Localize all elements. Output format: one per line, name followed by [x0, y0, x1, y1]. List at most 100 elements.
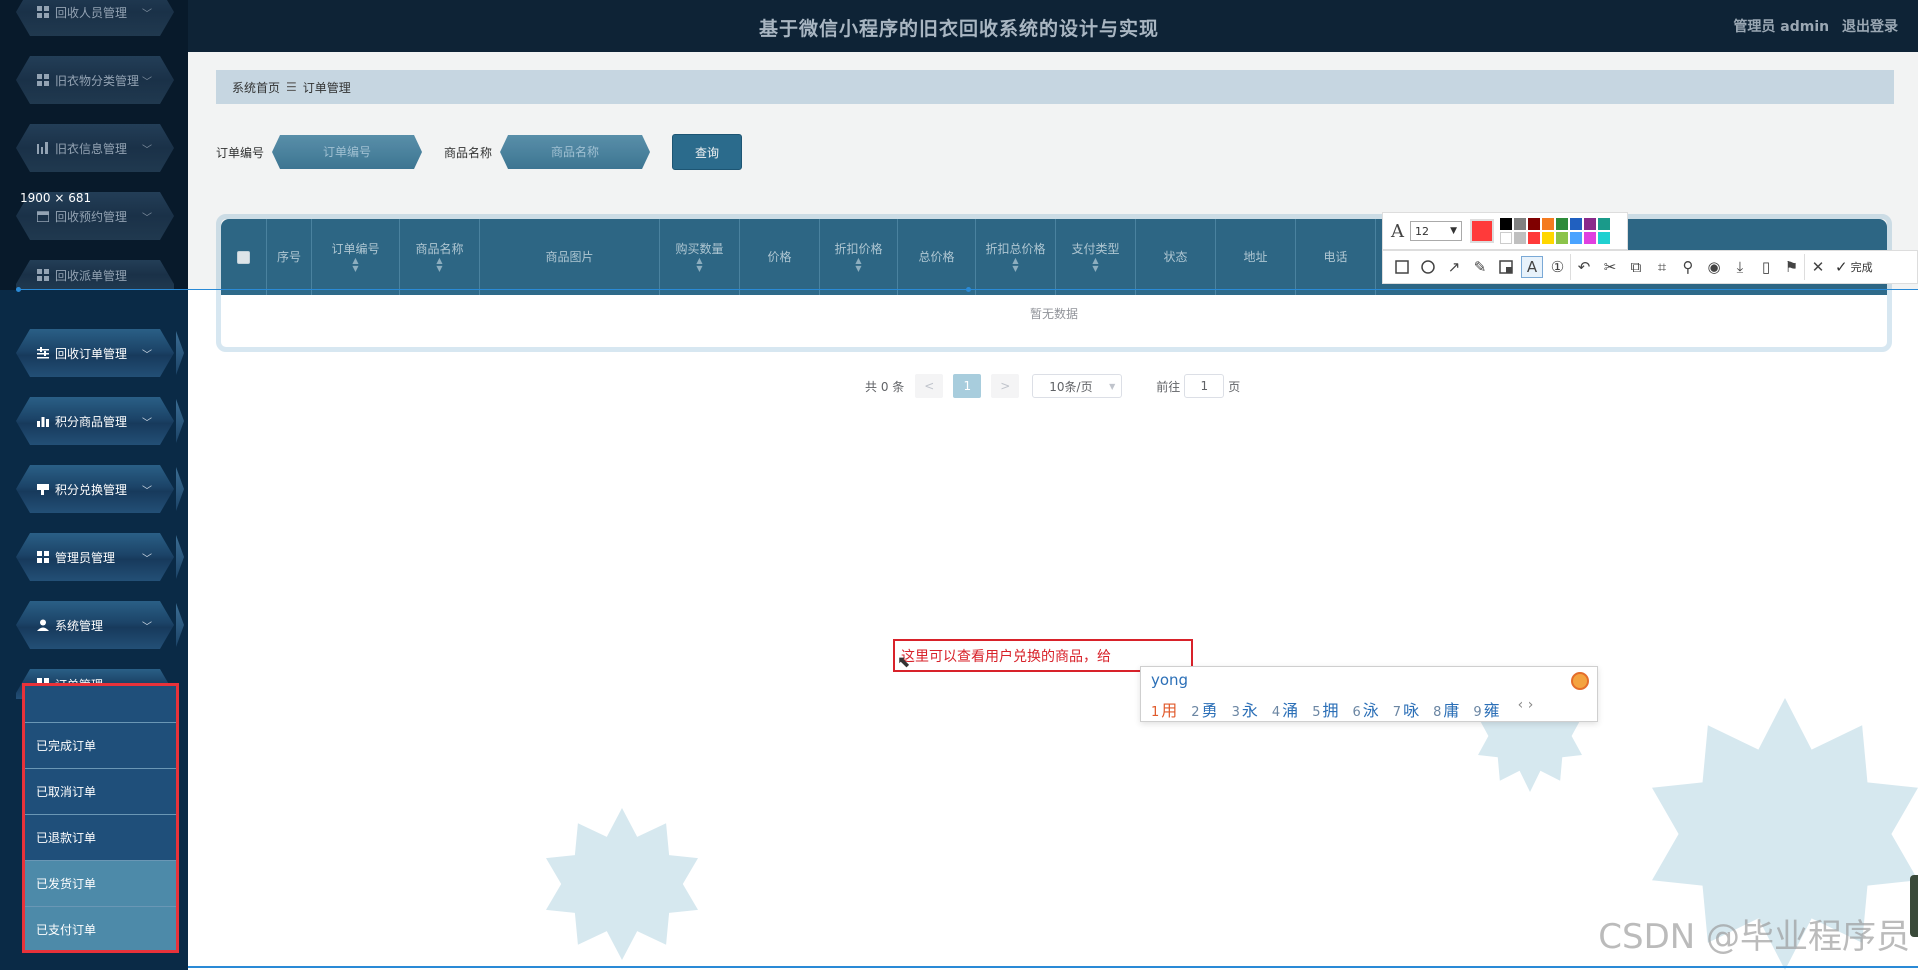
- column-header[interactable]: 商品图片: [480, 219, 660, 295]
- submenu-paid-orders[interactable]: 已支付订单: [22, 907, 178, 953]
- ocr-icon[interactable]: ⌗: [1649, 254, 1675, 280]
- rectangle-tool-icon[interactable]: [1389, 254, 1415, 280]
- submenu-cancelled-orders[interactable]: 已取消订单: [22, 769, 178, 815]
- pencil-tool-icon[interactable]: ✎: [1467, 254, 1493, 280]
- record-icon[interactable]: ◉: [1701, 254, 1727, 280]
- ime-candidate[interactable]: 2勇: [1191, 697, 1217, 721]
- palette-color-swatch[interactable]: [1556, 218, 1568, 230]
- column-header[interactable]: 状态: [1136, 219, 1216, 295]
- text-tool-icon[interactable]: A: [1521, 256, 1543, 278]
- palette-color-swatch[interactable]: [1542, 232, 1554, 244]
- page-size-select[interactable]: 10条/页 ▼: [1032, 374, 1123, 398]
- submenu-shipped-orders[interactable]: 已发货订单: [22, 861, 178, 907]
- translate-icon[interactable]: ⧉: [1623, 254, 1649, 280]
- side-handle[interactable]: [1910, 875, 1918, 937]
- sidebar-item-label: 积分兑换管理: [55, 482, 128, 497]
- palette-color-swatch[interactable]: [1584, 218, 1596, 230]
- ime-candidate[interactable]: 4涌: [1272, 697, 1298, 721]
- scissors-icon[interactable]: ✂: [1597, 254, 1623, 280]
- selection-handle[interactable]: [16, 287, 21, 292]
- palette-color-swatch[interactable]: [1514, 232, 1526, 244]
- ime-candidate-word: 泳: [1362, 701, 1379, 720]
- goto-page-input[interactable]: [1184, 374, 1225, 398]
- chevron-down-icon: ﹀: [142, 553, 152, 565]
- selection-handle[interactable]: [966, 287, 971, 292]
- column-header[interactable]: 总价格: [898, 219, 976, 295]
- query-button[interactable]: 查询: [672, 134, 743, 170]
- sidebar-item-dispatch[interactable]: 回收派单管理: [16, 260, 174, 290]
- column-label: 折扣总价格: [985, 242, 1046, 256]
- sidebar-item-points-exchange[interactable]: 积分兑换管理 ﹀: [16, 465, 174, 513]
- phone-icon[interactable]: ▯: [1753, 254, 1779, 280]
- palette-color-swatch[interactable]: [1500, 232, 1512, 244]
- breadcrumb-home[interactable]: 系统首页: [232, 79, 280, 96]
- select-all-checkbox[interactable]: [237, 250, 250, 264]
- sidebar-item-points-goods[interactable]: 积分商品管理 ﹀: [16, 397, 174, 445]
- ime-candidate[interactable]: 9雍: [1473, 697, 1499, 721]
- number-tool-icon[interactable]: ①: [1545, 254, 1571, 280]
- select-all-cell: [221, 219, 267, 295]
- arrow-tool-icon[interactable]: ↗: [1441, 254, 1467, 280]
- column-header[interactable]: 订单编号 ▲ ▼: [312, 219, 400, 295]
- ime-candidate[interactable]: 1用: [1151, 697, 1177, 721]
- sidebar-item-label: 回收预约管理: [55, 209, 128, 224]
- ime-page-nav[interactable]: ‹ ›: [1518, 697, 1534, 721]
- palette-color-swatch[interactable]: [1528, 218, 1540, 230]
- ime-candidate-number: 6: [1352, 705, 1361, 720]
- ime-candidate[interactable]: 3永: [1232, 697, 1258, 721]
- palette-color-swatch[interactable]: [1514, 218, 1526, 230]
- column-header[interactable]: 购买数量 ▲ ▼: [660, 219, 740, 295]
- sidebar-item-clothes-info[interactable]: 旧衣信息管理 ﹀: [16, 124, 174, 172]
- ime-candidate[interactable]: 7咏: [1393, 697, 1419, 721]
- page-number[interactable]: 1: [953, 374, 982, 398]
- column-header[interactable]: 折扣总价格 ▲ ▼: [976, 219, 1056, 295]
- total-count: 共 0 条: [865, 379, 905, 394]
- ellipse-tool-icon[interactable]: [1415, 254, 1441, 280]
- download-icon[interactable]: ⤓: [1727, 254, 1753, 280]
- palette-color-swatch[interactable]: [1584, 232, 1596, 244]
- palette-color-swatch[interactable]: [1528, 232, 1540, 244]
- font-size-select[interactable]: 12 ▼: [1410, 221, 1462, 241]
- palette-color-swatch[interactable]: [1598, 232, 1610, 244]
- sidebar-item-recycle-order[interactable]: 回收订单管理 ﹀: [16, 329, 174, 377]
- goods-name-input[interactable]: [500, 135, 651, 169]
- breadcrumb-current: 订单管理: [302, 80, 351, 95]
- palette-color-swatch[interactable]: [1542, 218, 1554, 230]
- ime-candidate[interactable]: 6泳: [1352, 697, 1378, 721]
- submenu-completed-orders[interactable]: 已完成订单: [22, 723, 178, 769]
- ime-candidate-number: 8: [1433, 705, 1442, 720]
- column-header[interactable]: 地址: [1216, 219, 1296, 295]
- palette-color-swatch[interactable]: [1556, 232, 1568, 244]
- sidebar-item-system[interactable]: 系统管理 ﹀: [16, 601, 174, 649]
- current-color-swatch[interactable]: [1470, 219, 1494, 243]
- submenu-refunded-orders[interactable]: 已退款订单: [22, 815, 178, 861]
- order-no-input[interactable]: [272, 135, 423, 169]
- column-header[interactable]: 商品名称 ▲ ▼: [400, 219, 480, 295]
- undo-icon[interactable]: ↶: [1571, 254, 1597, 280]
- column-header[interactable]: 价格: [740, 219, 820, 295]
- bookmark-icon[interactable]: ⚑: [1779, 254, 1805, 280]
- next-page-button[interactable]: >: [991, 374, 1020, 398]
- sidebar-item-label: 旧衣物分类管理: [55, 73, 140, 88]
- palette-color-swatch[interactable]: [1570, 218, 1582, 230]
- sidebar-item-clothes-category[interactable]: 旧衣物分类管理 ﹀: [16, 56, 174, 104]
- close-icon[interactable]: ✕: [1805, 254, 1831, 280]
- logout-link[interactable]: 退出登录: [1842, 19, 1898, 35]
- done-button[interactable]: ✓ 完成: [1835, 258, 1873, 276]
- sidebar-item-admin[interactable]: 管理员管理 ﹀: [16, 533, 174, 581]
- ime-candidate[interactable]: 8庸: [1433, 697, 1459, 721]
- column-header[interactable]: 电话: [1296, 219, 1376, 295]
- palette-color-swatch[interactable]: [1500, 218, 1512, 230]
- palette-color-swatch[interactable]: [1598, 218, 1610, 230]
- sidebar-item-label: 回收订单管理: [55, 346, 128, 361]
- column-label: 状态: [1163, 250, 1188, 264]
- ime-candidate[interactable]: 5拥: [1312, 697, 1338, 721]
- mosaic-tool-icon[interactable]: [1493, 254, 1519, 280]
- prev-page-button[interactable]: <: [915, 374, 944, 398]
- palette-color-swatch[interactable]: [1570, 232, 1582, 244]
- pin-icon[interactable]: ⚲: [1675, 254, 1701, 280]
- text-style-toolbar: A 12 ▼: [1382, 212, 1628, 250]
- column-header[interactable]: 支付类型 ▲ ▼: [1056, 219, 1136, 295]
- column-header[interactable]: 折扣价格 ▲ ▼: [820, 219, 898, 295]
- column-header[interactable]: 序号: [267, 219, 312, 295]
